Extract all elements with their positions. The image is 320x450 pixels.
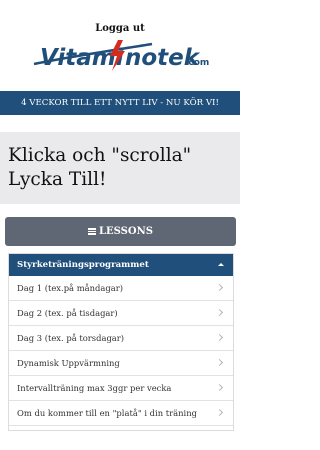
lesson-item-label: Dag 3 (tex. på torsdagar) [17, 333, 125, 343]
lesson-item-warmup[interactable]: Dynamisk Uppvärmning [9, 351, 233, 376]
logo-domain: .com [185, 58, 209, 68]
lesson-item-label: Intervallträning max 3ggr per vecka [17, 383, 172, 393]
lessons-button[interactable]: LESSONS [5, 217, 236, 246]
chevron-right-icon [215, 408, 224, 417]
lesson-item-label: Dag 1 (tex.på måndagar) [17, 283, 124, 293]
accordion-header[interactable]: Styrketräningsprogrammet [9, 254, 233, 276]
lesson-item-label: Om du kommer till en "platå" i din träni… [17, 408, 197, 418]
promo-banner: 4 VECKOR TILL ETT NYTT LIV - NU KÖR VI! [0, 91, 240, 115]
lessons-label: LESSONS [99, 226, 153, 237]
program-accordion: Styrketräningsprogrammet Dag 1 (tex.på m… [8, 253, 234, 431]
menu-icon [88, 228, 97, 235]
chevron-right-icon [215, 383, 224, 392]
chevron-right-icon [215, 308, 224, 317]
logo-text-left: Vitami [40, 45, 125, 71]
lesson-item-interval[interactable]: Intervallträning max 3ggr per vecka [9, 376, 233, 401]
hero-title: Klicka och "scrolla" Lycka Till! [8, 144, 234, 192]
lesson-item-day-2[interactable]: Dag 2 (tex. på tisdagar) [9, 301, 233, 326]
accordion-title: Styrketräningsprogrammet [17, 260, 149, 270]
lesson-item-label: Dag 2 (tex. på tisdagar) [17, 308, 118, 318]
hero-section: Klicka och "scrolla" Lycka Till! [0, 132, 240, 204]
caret-up-icon [218, 263, 224, 266]
page: Logga ut Vitami notek .com 4 VECKOR TILL… [0, 0, 240, 450]
lesson-item-day-1[interactable]: Dag 1 (tex.på måndagar) [9, 276, 233, 301]
hero-line-1: Klicka och "scrolla" [8, 145, 192, 166]
site-header: Logga ut Vitami notek .com [0, 0, 240, 84]
lesson-list: Dag 1 (tex.på måndagar) Dag 2 (tex. på t… [9, 276, 233, 426]
lesson-item-plateau[interactable]: Om du kommer till en "platå" i din träni… [9, 401, 233, 426]
chevron-right-icon [215, 358, 224, 367]
logout-link[interactable]: Logga ut [0, 22, 240, 36]
chevron-right-icon [215, 333, 224, 342]
chevron-right-icon [215, 283, 224, 292]
lesson-item-label: Dynamisk Uppvärmning [17, 358, 120, 368]
lesson-item-day-3[interactable]: Dag 3 (tex. på torsdagar) [9, 326, 233, 351]
vitaminotek-logo[interactable]: Vitami notek .com [32, 38, 210, 72]
hero-line-2: Lycka Till! [8, 169, 107, 190]
